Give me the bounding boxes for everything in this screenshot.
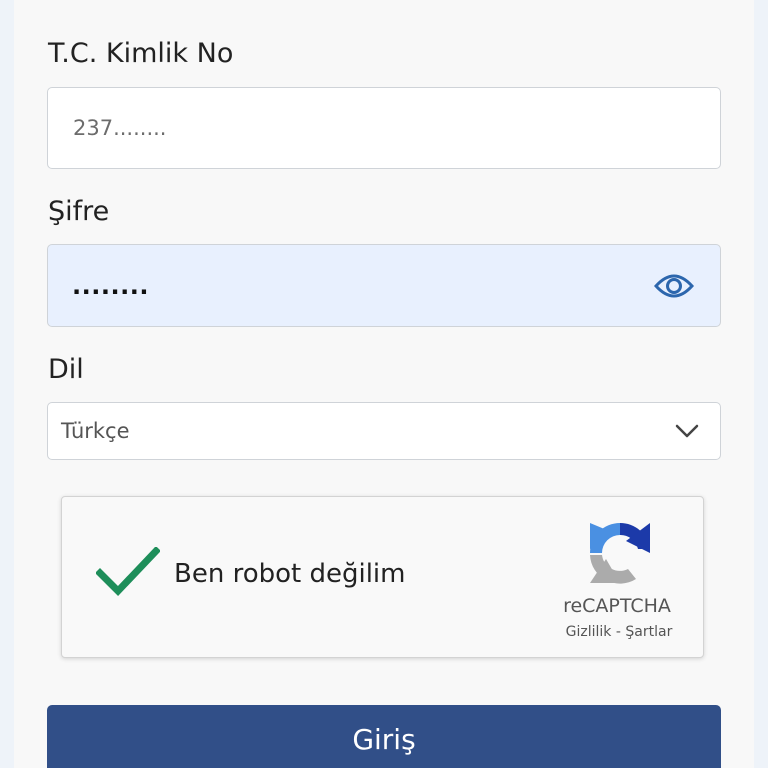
eye-icon[interactable] [654, 269, 694, 303]
language-label: Dil [48, 354, 84, 385]
tc-input[interactable] [48, 116, 720, 140]
checkmark-icon[interactable] [96, 547, 160, 597]
privacy-link[interactable]: Gizlilik [566, 624, 612, 640]
password-input[interactable] [48, 271, 720, 300]
recaptcha-logo [590, 522, 650, 584]
terms-link[interactable]: Şartlar [625, 624, 672, 640]
recaptcha-brand: reCAPTCHA [563, 595, 671, 617]
language-value: Türkçe [61, 419, 130, 443]
password-label: Şifre [48, 196, 110, 227]
captcha-label: Ben robot değilim [174, 559, 406, 589]
password-field-container[interactable] [47, 244, 721, 327]
chevron-down-icon [675, 424, 699, 438]
language-select[interactable]: Türkçe [47, 402, 721, 460]
tc-field-container[interactable] [47, 87, 721, 169]
recaptcha-links: Gizlilik - Şartlar [542, 624, 696, 640]
tc-label: T.C. Kimlik No [48, 38, 234, 69]
login-button[interactable]: Giriş [47, 705, 721, 768]
recaptcha-widget: Ben robot değilim reCAPTCHA Gizlilik - Ş… [61, 496, 704, 658]
links-separator: - [615, 624, 621, 640]
